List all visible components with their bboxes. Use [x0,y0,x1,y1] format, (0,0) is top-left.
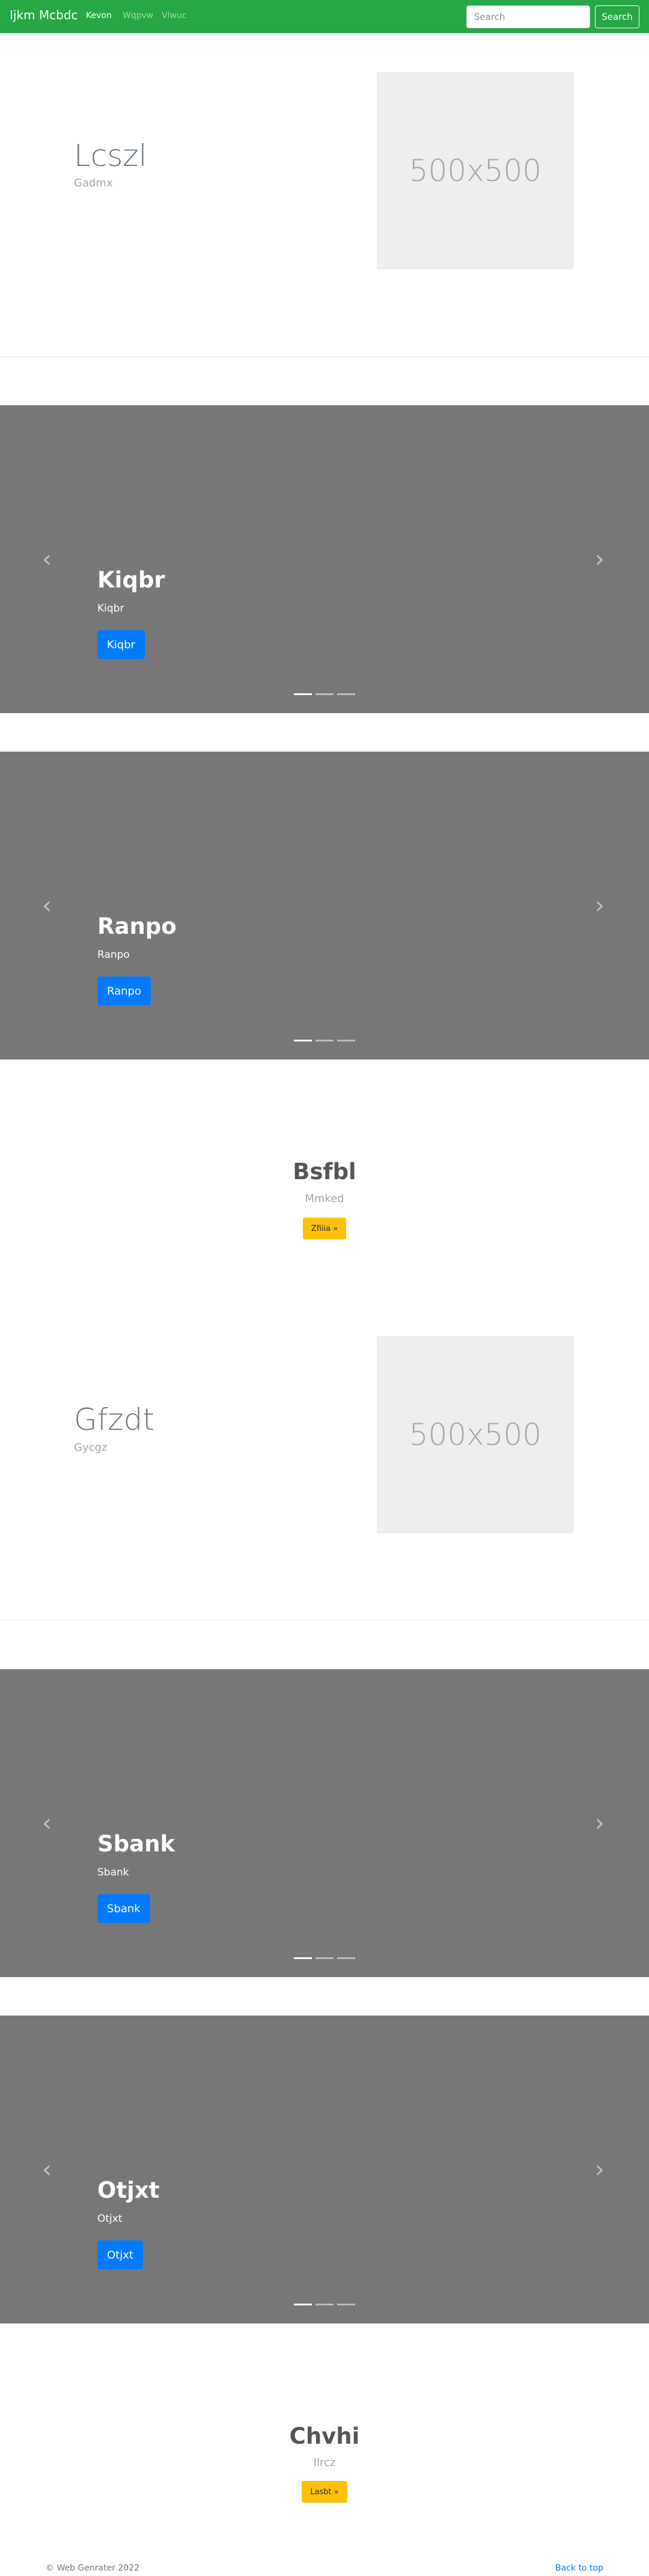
search-button[interactable]: Search [595,5,639,28]
carousel-caption-text: Sbank [97,1866,129,1878]
feature-subtitle: Gadmx [74,177,113,189]
search-input[interactable] [466,5,590,28]
carousel-prev-icon[interactable]: ‹ [40,1811,54,1835]
carousel-prev-icon[interactable]: ‹ [40,2157,54,2182]
carousel-indicator[interactable] [294,2304,312,2305]
carousel-next-icon[interactable]: › [593,1811,607,1835]
nav-link-kevon[interactable]: Kevon [86,11,112,20]
carousel-indicators [294,693,355,696]
carousel-next-icon[interactable]: › [593,547,607,571]
section-divider [0,1620,649,1621]
carousel-indicator[interactable] [294,1957,312,1959]
carousel-indicator[interactable] [315,1040,334,1041]
carousel-4: ‹ › Otjxt Otjxt Otjxt [0,2016,649,2323]
navbar-brand[interactable]: Ijkm Mcbdc [10,8,78,22]
footer-copyright: © Web Genrater 2022 [46,2563,140,2573]
carousel-1: ‹ › Kiqbr Kiqbr Kiqbr [0,405,649,713]
jumbotron-title: Bsfbl [293,1159,356,1185]
placeholder-image-label: 500x500 [409,1417,542,1452]
carousel-caption-title: Sbank [97,1831,175,1857]
feature-title: Gfzdt [74,1402,154,1437]
carousel-caption-button[interactable]: Otjxt [97,2240,143,2269]
carousel-caption-text: Otjxt [97,2213,123,2225]
placeholder-image-label: 500x500 [409,153,542,188]
carousel-caption-button[interactable]: Ranpo [97,977,151,1005]
carousel-indicator[interactable] [315,693,334,695]
jumbotron-button[interactable]: Zfiiia » [303,1218,346,1239]
carousel-caption-title: Kiqbr [97,567,165,593]
carousel-indicators [294,1957,355,1960]
carousel-next-icon[interactable]: › [593,894,607,918]
carousel-indicator[interactable] [337,1040,355,1041]
placeholder-image: 500x500 [377,1336,574,1533]
carousel-caption-button[interactable]: Kiqbr [97,630,145,659]
jumbotron-button[interactable]: Lasbt » [302,2481,347,2503]
jumbotron-subtitle: Ilrcz [313,2456,336,2469]
carousel-caption-title: Otjxt [97,2177,160,2203]
carousel-caption-button[interactable]: Sbank [97,1894,150,1923]
carousel-prev-icon[interactable]: ‹ [40,894,54,918]
back-to-top-link[interactable]: Back to top [555,2563,603,2573]
carousel-caption-text: Kiqbr [97,603,124,615]
carousel-indicators [294,1040,355,1042]
carousel-indicators [294,2304,355,2306]
carousel-indicator[interactable] [315,2304,334,2305]
carousel-indicator[interactable] [337,1957,355,1959]
carousel-3: ‹ › Sbank Sbank Sbank [0,1669,649,1977]
nav-link-vlwuc[interactable]: Vlwuc [162,11,187,20]
carousel-indicator[interactable] [337,693,355,695]
jumbotron-title: Chvhi [289,2423,360,2449]
navbar: Ijkm Mcbdc Kevon Wqpvw Vlwuc Search [0,0,649,33]
carousel-caption-text: Ranpo [97,949,130,961]
carousel-indicator[interactable] [294,693,312,695]
carousel-indicator[interactable] [337,2304,355,2305]
carousel-indicator[interactable] [294,1040,312,1041]
feature-subtitle: Gycgz [74,1441,108,1454]
feature-title: Lcszl [74,138,147,173]
carousel-prev-icon[interactable]: ‹ [40,547,54,571]
jumbotron-subtitle: Mmked [305,1192,344,1205]
placeholder-image: 500x500 [377,72,574,269]
nav-link-wqpvw[interactable]: Wqpvw [123,11,153,20]
carousel-caption-title: Ranpo [97,913,177,939]
carousel-indicator[interactable] [315,1957,334,1959]
carousel-next-icon[interactable]: › [593,2157,607,2182]
carousel-2: ‹ › Ranpo Ranpo Ranpo [0,752,649,1060]
